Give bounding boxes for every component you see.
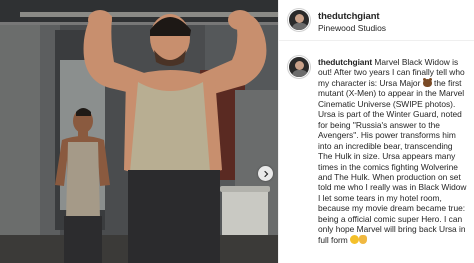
crossed-fingers-emoji: [359, 234, 368, 244]
header-username[interactable]: thedutchgiant: [318, 11, 380, 22]
post-side-panel: thedutchgiant Pinewood Studios thedutchg…: [278, 0, 474, 263]
caption-text: thedutchgiant Marvel Black Widow is out!…: [318, 57, 469, 245]
caption: thedutchgiant Marvel Black Widow is out!…: [279, 48, 474, 263]
location-link[interactable]: Pinewood Studios: [318, 23, 386, 33]
post-photo[interactable]: [0, 0, 278, 263]
caption-segment-2: the first mutant (X-Men) to appear in th…: [318, 77, 467, 245]
chevron-right-icon: [263, 170, 268, 177]
carousel-next-button[interactable]: [258, 166, 273, 181]
instagram-post: thedutchgiant Pinewood Studios thedutchg…: [0, 0, 474, 263]
post-image: [0, 0, 278, 263]
profile-avatar[interactable]: [288, 9, 310, 31]
bear-emoji: [422, 77, 432, 87]
post-header: thedutchgiant Pinewood Studios: [279, 0, 474, 41]
caption-username[interactable]: thedutchgiant: [318, 57, 372, 67]
caption-avatar[interactable]: [288, 56, 310, 78]
saluting-face-emoji: [350, 234, 360, 244]
